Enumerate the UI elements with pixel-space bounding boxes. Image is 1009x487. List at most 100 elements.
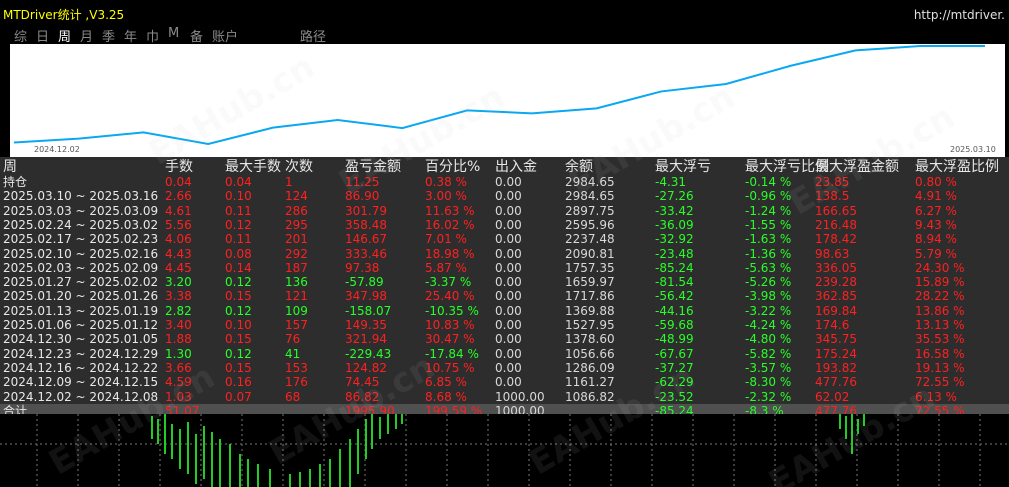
cell-count: 187	[285, 260, 308, 275]
cell-count: 68	[285, 389, 301, 404]
table-row[interactable]: 2024.12.16 ~ 2024.12.22 3.66 0.15 153 124.82…	[0, 361, 1009, 375]
table-row[interactable]: 2025.02.10 ~ 2025.02.16 4.43 0.08 292 333.46…	[0, 247, 1009, 261]
cell-pct: 11.63 %	[425, 203, 475, 218]
cell-lots: 4.45	[165, 260, 192, 275]
cell-count: 201	[285, 232, 308, 247]
cell-balance: 2090.81	[565, 246, 615, 261]
cell-lots: 4.43	[165, 246, 192, 261]
cell-period: 持仓	[3, 175, 28, 189]
cell-maxlots: 0.12	[225, 217, 252, 232]
table-row[interactable]: 2025.02.24 ~ 2025.03.02 5.56 0.12 295 358.48…	[0, 218, 1009, 232]
col-max-profit-pct[interactable]: 最大浮盈比例	[915, 159, 999, 176]
table-row[interactable]: 2025.03.10 ~ 2025.03.16 2.66 0.10 124 86.90 3…	[0, 189, 1009, 203]
cell-pct: 0.38 %	[425, 175, 467, 189]
table-row[interactable]: 2025.01.13 ~ 2025.01.19 2.82 0.12 109 -158.0…	[0, 304, 1009, 318]
cell-maxlots: 0.04	[225, 175, 252, 189]
table-row[interactable]: 2025.01.27 ~ 2025.02.02 3.20 0.12 136 -57.89…	[0, 275, 1009, 289]
table-row[interactable]: 2024.12.23 ~ 2024.12.29 1.30 0.12 41 -229.43…	[0, 347, 1009, 361]
cell-pct: 8.68 %	[425, 389, 467, 404]
cell-maxlots: 0.15	[225, 289, 252, 304]
cell-count: 286	[285, 203, 308, 218]
cell-maxddpct: -1.63 %	[745, 232, 792, 247]
cell-lots: 2.66	[165, 189, 192, 204]
cell-balance: 2237.48	[565, 232, 615, 247]
cell-period: 2025.02.24 ~ 2025.03.02	[3, 217, 159, 232]
title-bar: MTDriver统计 ,V3.25 http://mtdriver.	[0, 0, 1009, 24]
table-row[interactable]: 2025.01.20 ~ 2025.01.26 3.38 0.15 121 347.98…	[0, 289, 1009, 303]
tab-week[interactable]: 周	[58, 26, 71, 45]
cell-count: 136	[285, 275, 308, 290]
cell-maxlots: 0.14	[225, 260, 252, 275]
tab-day[interactable]: 日	[36, 26, 49, 45]
cell-lots: 1.30	[165, 346, 192, 361]
cell-maxprofitpct: 35.53 %	[915, 332, 965, 347]
cell-pct: 5.87 %	[425, 260, 467, 275]
tab-symbol[interactable]: 巾	[146, 26, 159, 45]
col-count[interactable]: 次数	[285, 159, 313, 176]
cell-lots: 1.88	[165, 332, 192, 347]
cell-balance: 2595.96	[565, 217, 615, 232]
cell-balance: 1527.95	[565, 318, 615, 332]
cell-pnl: 97.38	[345, 260, 380, 275]
cell-pct: -17.84 %	[425, 346, 479, 361]
cell-maxddpct: -1.55 %	[745, 217, 792, 232]
col-percent[interactable]: 百分比%	[425, 159, 480, 176]
cell-pnl: 333.46	[345, 246, 387, 261]
cell-balance: 2897.75	[565, 203, 615, 218]
cell-maxprofit: 98.63	[815, 246, 850, 261]
tab-account[interactable]: 账户	[212, 26, 238, 45]
tab-month[interactable]: 月	[80, 26, 93, 45]
tab-summary[interactable]: 综	[14, 26, 27, 45]
cell-pnl: -158.07	[345, 303, 392, 318]
table-row[interactable]: 2025.01.06 ~ 2025.01.12 3.40 0.10 157 149.35…	[0, 318, 1009, 332]
cell-maxdd: -23.48	[655, 246, 694, 261]
cell-maxprofit: 169.84	[815, 303, 857, 318]
cell-pnl: 149.35	[345, 318, 387, 332]
col-max-lots[interactable]: 最大手数	[225, 159, 281, 176]
cell-pct: 7.01 %	[425, 232, 467, 247]
tab-year[interactable]: 年	[124, 26, 137, 45]
cell-period: 2025.01.06 ~ 2025.01.12	[3, 318, 159, 332]
cell-maxprofit: 362.85	[815, 289, 857, 304]
cell-maxdd: -81.54	[655, 275, 694, 290]
x-end-label: 2025.03.10	[950, 145, 996, 154]
col-week[interactable]: 周	[3, 159, 17, 176]
cell-lots: 2.82	[165, 303, 192, 318]
cell-maxdd: -36.09	[655, 217, 694, 232]
col-deposit[interactable]: 出入金	[495, 159, 537, 176]
cell-maxprofit: 175.24	[815, 346, 857, 361]
table-row[interactable]: 2024.12.30 ~ 2025.01.05 1.88 0.15 76 321.94 3…	[0, 332, 1009, 346]
cell-inout: 0.00	[495, 318, 522, 332]
mtdriver-window: MTDriver统计 ,V3.25 http://mtdriver. 综 日 周…	[0, 0, 1009, 487]
table-row[interactable]: 2025.02.17 ~ 2025.02.23 4.06 0.11 201 146.67…	[0, 232, 1009, 246]
cell-maxprofit: 239.28	[815, 275, 857, 290]
cell-balance: 1717.86	[565, 289, 615, 304]
cell-maxprofitpct: 28.22 %	[915, 289, 965, 304]
tab-path[interactable]: 路径	[300, 26, 326, 45]
cell-maxdd: -59.68	[655, 318, 694, 332]
cell-balance: 1757.35	[565, 260, 615, 275]
cell-maxdd: -33.42	[655, 203, 694, 218]
cell-maxddpct: -3.98 %	[745, 289, 792, 304]
tab-note[interactable]: 备	[190, 26, 203, 45]
cell-maxddpct: -4.24 %	[745, 318, 792, 332]
cell-balance: 1659.97	[565, 275, 615, 290]
cell-count: 157	[285, 318, 308, 332]
table-row[interactable]: 2025.02.03 ~ 2025.02.09 4.45 0.14 187 97.38 5…	[0, 261, 1009, 275]
cell-inout: 0.00	[495, 217, 522, 232]
tab-magic[interactable]: M	[168, 26, 179, 41]
cell-inout: 0.00	[495, 360, 522, 375]
tab-quarter[interactable]: 季	[102, 26, 115, 45]
col-max-drawdown[interactable]: 最大浮亏	[655, 159, 711, 176]
cell-maxddpct: -3.57 %	[745, 360, 792, 375]
cell-maxlots: 0.07	[225, 389, 252, 404]
cell-maxdd: -32.92	[655, 232, 694, 247]
cell-maxddpct: -4.80 %	[745, 332, 792, 347]
table-row[interactable]: 2025.03.03 ~ 2025.03.09 4.61 0.11 286 301.79…	[0, 204, 1009, 218]
cell-maxdd: -44.16	[655, 303, 694, 318]
cell-maxprofitpct: 6.27 %	[915, 203, 957, 218]
cell-pnl: 146.67	[345, 232, 387, 247]
cell-inout: 0.00	[495, 289, 522, 304]
website-link[interactable]: http://mtdriver.	[914, 8, 1005, 22]
cell-balance: 1161.27	[565, 375, 615, 390]
